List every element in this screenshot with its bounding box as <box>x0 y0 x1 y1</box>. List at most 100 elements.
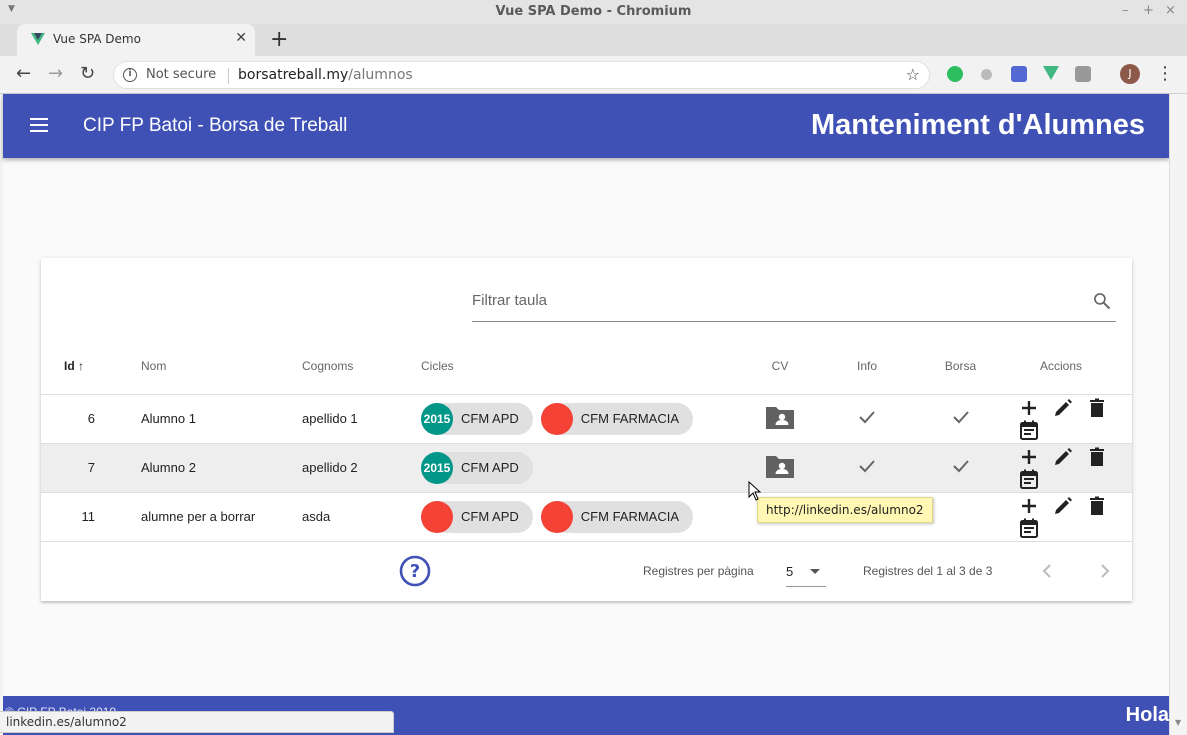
address-bar[interactable]: i Not secure borsatreball.my/alumnos ☆ <box>113 61 930 89</box>
browser-tab[interactable]: Vue SPA Demo ✕ <box>17 24 255 56</box>
cv-link-tooltip: http://linkedin.es/alumno2 <box>757 497 933 523</box>
rows-per-page-value: 5 <box>786 564 794 579</box>
close-tab-icon[interactable]: ✕ <box>235 30 247 46</box>
header-nom[interactable]: Nom <box>141 338 302 395</box>
app-page: CIP FP Batoi - Borsa de Treball Mantenim… <box>3 94 1169 735</box>
cicle-chip[interactable]: CFM FARMACIA <box>540 500 694 533</box>
url-host: borsatreball.my <box>238 67 349 83</box>
add-icon[interactable] <box>1018 446 1040 468</box>
cicle-label: CFM APD <box>461 459 519 475</box>
browser-menu-icon[interactable]: ⋮ <box>1156 63 1174 84</box>
cell-cicles: CFM APD CFM FARMACIA <box>421 492 739 542</box>
table-header-row: Id ↑ Nom Cognoms Cicles CV Info Borsa Ac… <box>41 338 1132 395</box>
address-url: borsatreball.my/alumnos <box>238 67 413 83</box>
add-icon[interactable] <box>1018 495 1040 517</box>
tab-strip: Vue SPA Demo ✕ + <box>0 24 1187 56</box>
profile-avatar[interactable]: J <box>1120 64 1140 84</box>
browser-status-bar: linkedin.es/alumno2 <box>0 711 394 733</box>
cicle-label: CFM FARMACIA <box>580 508 680 524</box>
extension-dot-icon[interactable] <box>981 69 992 80</box>
calendar-icon[interactable] <box>1018 468 1040 490</box>
cell-cicles: 2015 CFM APD <box>421 443 739 493</box>
edit-icon[interactable] <box>1052 495 1074 517</box>
cell-nom: Alumno 2 <box>141 443 302 493</box>
cell-accions <box>1008 394 1132 444</box>
calendar-icon[interactable] <box>1018 517 1040 539</box>
edit-icon[interactable] <box>1052 446 1074 468</box>
page-scrollbar[interactable]: ▼ <box>1169 94 1187 735</box>
calendar-icon[interactable] <box>1018 419 1040 441</box>
add-icon[interactable] <box>1018 397 1040 419</box>
cell-info <box>821 394 913 444</box>
forward-icon[interactable]: → <box>48 63 63 84</box>
mouse-cursor-icon <box>748 481 762 501</box>
app-title: CIP FP Batoi - Borsa de Treball <box>83 115 348 136</box>
header-cv[interactable]: CV <box>739 338 821 395</box>
students-card: Id ↑ Nom Cognoms Cicles CV Info Borsa Ac… <box>41 258 1132 601</box>
svg-text:?: ? <box>410 561 420 582</box>
reload-icon[interactable]: ↻ <box>80 63 95 84</box>
header-id-label: Id <box>64 358 75 373</box>
check-icon <box>951 456 971 476</box>
header-cicles[interactable]: Cicles <box>421 338 739 395</box>
cell-cognoms: asda <box>302 492 421 542</box>
vue-devtools-icon[interactable] <box>1043 66 1059 80</box>
header-info[interactable]: Info <box>821 338 913 395</box>
cicle-year-badge <box>540 402 573 435</box>
extension-ghost-icon[interactable] <box>1075 66 1091 82</box>
new-tab-icon[interactable]: + <box>270 27 288 52</box>
extension-r-icon[interactable] <box>1011 66 1027 82</box>
header-cognoms[interactable]: Cognoms <box>302 338 421 395</box>
cicle-chip[interactable]: 2015 CFM APD <box>421 451 533 484</box>
cv-folder-icon[interactable] <box>764 452 796 483</box>
vue-favicon-icon <box>31 33 45 45</box>
delete-icon[interactable] <box>1086 397 1108 419</box>
cell-info <box>821 443 913 493</box>
cicle-label: CFM FARMACIA <box>580 410 680 426</box>
close-window-icon[interactable]: × <box>1165 3 1176 18</box>
header-id[interactable]: Id ↑ <box>41 338 141 395</box>
delete-icon[interactable] <box>1086 495 1108 517</box>
menu-icon[interactable] <box>30 118 48 132</box>
back-icon[interactable]: ← <box>16 63 31 84</box>
maximize-icon[interactable]: + <box>1143 3 1154 18</box>
delete-icon[interactable] <box>1086 446 1108 468</box>
search-icon[interactable] <box>1092 291 1112 311</box>
cicle-year-badge: 2015 <box>421 402 453 435</box>
bookmark-star-icon[interactable]: ☆ <box>906 65 920 84</box>
page-title: Manteniment d'Alumnes <box>811 109 1145 141</box>
cicle-chip[interactable]: CFM APD <box>421 500 533 533</box>
table-row[interactable]: 6 Alumno 1 apellido 1 2015 CFM APD CFM FARMAC… <box>41 394 1132 444</box>
minimize-icon[interactable]: – <box>1122 3 1129 18</box>
rows-per-page-select[interactable]: 5 <box>786 557 826 587</box>
cell-id: 6 <box>41 394 141 444</box>
search-field[interactable] <box>472 288 1116 322</box>
cell-accions <box>1008 443 1132 493</box>
evernote-extension-icon[interactable] <box>947 66 963 82</box>
edit-icon[interactable] <box>1052 397 1074 419</box>
scroll-down-icon[interactable]: ▼ <box>1175 718 1181 727</box>
previous-page-icon[interactable] <box>1037 561 1057 581</box>
table-row[interactable]: 11 alumne per a borrar asda CFM APD CFM FARM… <box>41 492 1132 542</box>
cicle-year-badge <box>540 500 573 533</box>
cell-id: 11 <box>41 492 141 542</box>
cicle-chip[interactable]: CFM FARMACIA <box>540 402 694 435</box>
help-icon[interactable]: ? <box>399 555 431 587</box>
footer-greeting: Hola <box>1125 704 1169 726</box>
cell-nom: alumne per a borrar <box>141 492 302 542</box>
search-input[interactable] <box>472 292 1072 309</box>
cell-cognoms: apellido 1 <box>302 394 421 444</box>
next-page-icon[interactable] <box>1095 561 1115 581</box>
table-row[interactable]: 7 Alumno 2 apellido 2 2015 CFM APD <box>41 443 1132 493</box>
students-table: Id ↑ Nom Cognoms Cicles CV Info Borsa Ac… <box>41 338 1132 542</box>
window-titlebar: ▼ Vue SPA Demo - Chromium – + × <box>0 0 1187 24</box>
header-borsa[interactable]: Borsa <box>913 338 1008 395</box>
info-icon[interactable]: i <box>123 68 137 82</box>
window-title: Vue SPA Demo - Chromium <box>495 4 692 19</box>
check-icon <box>951 407 971 427</box>
sort-ascending-icon[interactable]: ↑ <box>78 359 84 373</box>
cv-folder-icon[interactable] <box>764 403 796 434</box>
cicle-chip[interactable]: 2015 CFM APD <box>421 402 533 435</box>
security-label: Not secure <box>146 67 217 82</box>
table-footer: ? Registres per pàgina 5 Registres del 1… <box>41 542 1132 601</box>
